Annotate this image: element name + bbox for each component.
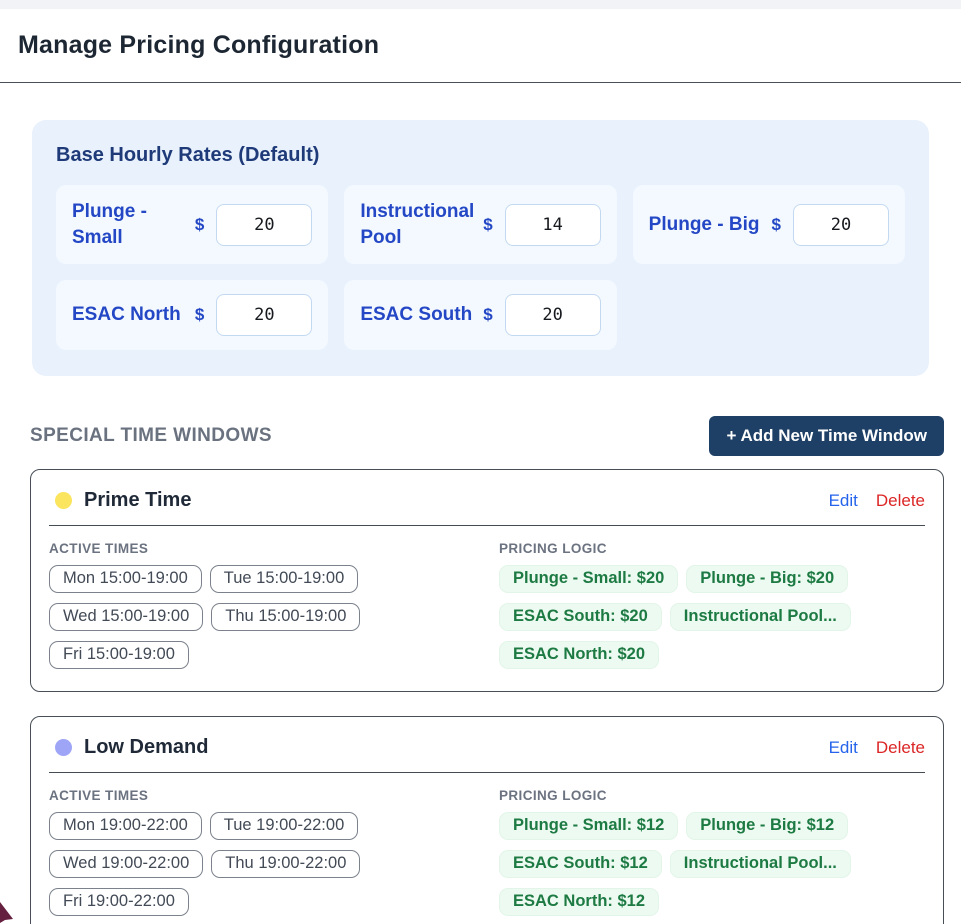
time-window-card-prime-time: Prime Time Edit Delete ACTIVE TIMES Mon … [30,469,944,692]
rate-card-esac-north: ESAC North $ [56,280,328,350]
rate-input-plunge-big[interactable] [793,204,889,246]
rate-input-plunge-small[interactable] [216,204,312,246]
card-body: ACTIVE TIMES Mon 15:00-19:00 Tue 15:00-1… [31,526,943,691]
page-title: Manage Pricing Configuration [18,31,379,60]
add-time-window-button[interactable]: + Add New Time Window [709,416,944,456]
card-actions: Edit Delete [829,491,925,511]
card-actions: Edit Delete [829,738,925,758]
price-chip: Plunge - Big: $20 [686,565,848,593]
window-color-dot [55,739,72,756]
base-rates-panel: Base Hourly Rates (Default) Plunge - Sma… [32,120,929,376]
time-chip: Thu 15:00-19:00 [211,603,360,631]
delete-link[interactable]: Delete [876,491,925,511]
pricing-logic-column: PRICING LOGIC Plunge - Small: $20 Plunge… [499,541,925,669]
pricing-logic-column: PRICING LOGIC Plunge - Small: $12 Plunge… [499,788,925,916]
window-color-dot [55,492,72,509]
special-windows-header-row: SPECIAL TIME WINDOWS + Add New Time Wind… [30,416,944,456]
rate-input-esac-south[interactable] [505,294,601,336]
time-window-card-low-demand: Low Demand Edit Delete ACTIVE TIMES Mon … [30,716,944,924]
time-chip: Fri 15:00-19:00 [49,641,189,669]
active-times-column: ACTIVE TIMES Mon 15:00-19:00 Tue 15:00-1… [49,541,475,669]
rate-label: Instructional Pool [360,199,483,250]
time-chip: Tue 19:00-22:00 [210,812,358,840]
currency-symbol: $ [483,215,492,235]
card-header: Prime Time Edit Delete [31,470,943,525]
currency-symbol: $ [483,305,492,325]
price-chip: Plunge - Small: $20 [499,565,678,593]
base-rates-grid: Plunge - Small $ Instructional Pool $ Pl… [56,185,905,350]
rate-card-instructional-pool: Instructional Pool $ [344,185,616,264]
time-chip: Thu 19:00-22:00 [211,850,360,878]
rate-label: ESAC South [360,302,483,328]
price-chip: Instructional Pool... [670,850,851,878]
price-chip: ESAC North: $20 [499,641,659,669]
active-times-chips: Mon 19:00-22:00 Tue 19:00-22:00 Wed 19:0… [49,812,475,916]
delete-link[interactable]: Delete [876,738,925,758]
active-times-column: ACTIVE TIMES Mon 19:00-22:00 Tue 19:00-2… [49,788,475,916]
pricing-logic-label: PRICING LOGIC [499,788,925,803]
pricing-logic-chips: Plunge - Small: $20 Plunge - Big: $20 ES… [499,565,925,669]
window-title: Low Demand [84,736,829,759]
card-header: Low Demand Edit Delete [31,717,943,772]
active-times-label: ACTIVE TIMES [49,541,475,556]
currency-symbol: $ [195,305,204,325]
special-windows-heading: SPECIAL TIME WINDOWS [30,425,272,447]
active-times-chips: Mon 15:00-19:00 Tue 15:00-19:00 Wed 15:0… [49,565,475,669]
rate-label: ESAC North [72,302,195,328]
price-chip: Plunge - Big: $12 [686,812,848,840]
price-chip: ESAC North: $12 [499,888,659,916]
pricing-logic-label: PRICING LOGIC [499,541,925,556]
time-chip: Mon 19:00-22:00 [49,812,202,840]
rate-card-esac-south: ESAC South $ [344,280,616,350]
pricing-logic-chips: Plunge - Small: $12 Plunge - Big: $12 ES… [499,812,925,916]
time-chip: Tue 15:00-19:00 [210,565,358,593]
active-times-label: ACTIVE TIMES [49,788,475,803]
edit-link[interactable]: Edit [829,738,858,758]
page-header: Manage Pricing Configuration [0,9,961,83]
rate-label: Plunge - Big [649,212,772,238]
main-content: Base Hourly Rates (Default) Plunge - Sma… [0,120,961,924]
top-strip [0,0,961,9]
rate-input-instructional-pool[interactable] [505,204,601,246]
rate-card-plunge-small: Plunge - Small $ [56,185,328,264]
window-title: Prime Time [84,489,829,512]
rate-input-esac-north[interactable] [216,294,312,336]
currency-symbol: $ [772,215,781,235]
currency-symbol: $ [195,215,204,235]
card-body: ACTIVE TIMES Mon 19:00-22:00 Tue 19:00-2… [31,773,943,924]
time-chip: Mon 15:00-19:00 [49,565,202,593]
price-chip: Plunge - Small: $12 [499,812,678,840]
time-chip: Wed 19:00-22:00 [49,850,203,878]
rate-label: Plunge - Small [72,199,195,250]
edit-link[interactable]: Edit [829,491,858,511]
price-chip: ESAC South: $20 [499,603,662,631]
time-chip: Wed 15:00-19:00 [49,603,203,631]
time-chip: Fri 19:00-22:00 [49,888,189,916]
price-chip: ESAC South: $12 [499,850,662,878]
base-rates-title: Base Hourly Rates (Default) [56,144,905,167]
rate-card-plunge-big: Plunge - Big $ [633,185,905,264]
price-chip: Instructional Pool... [670,603,851,631]
